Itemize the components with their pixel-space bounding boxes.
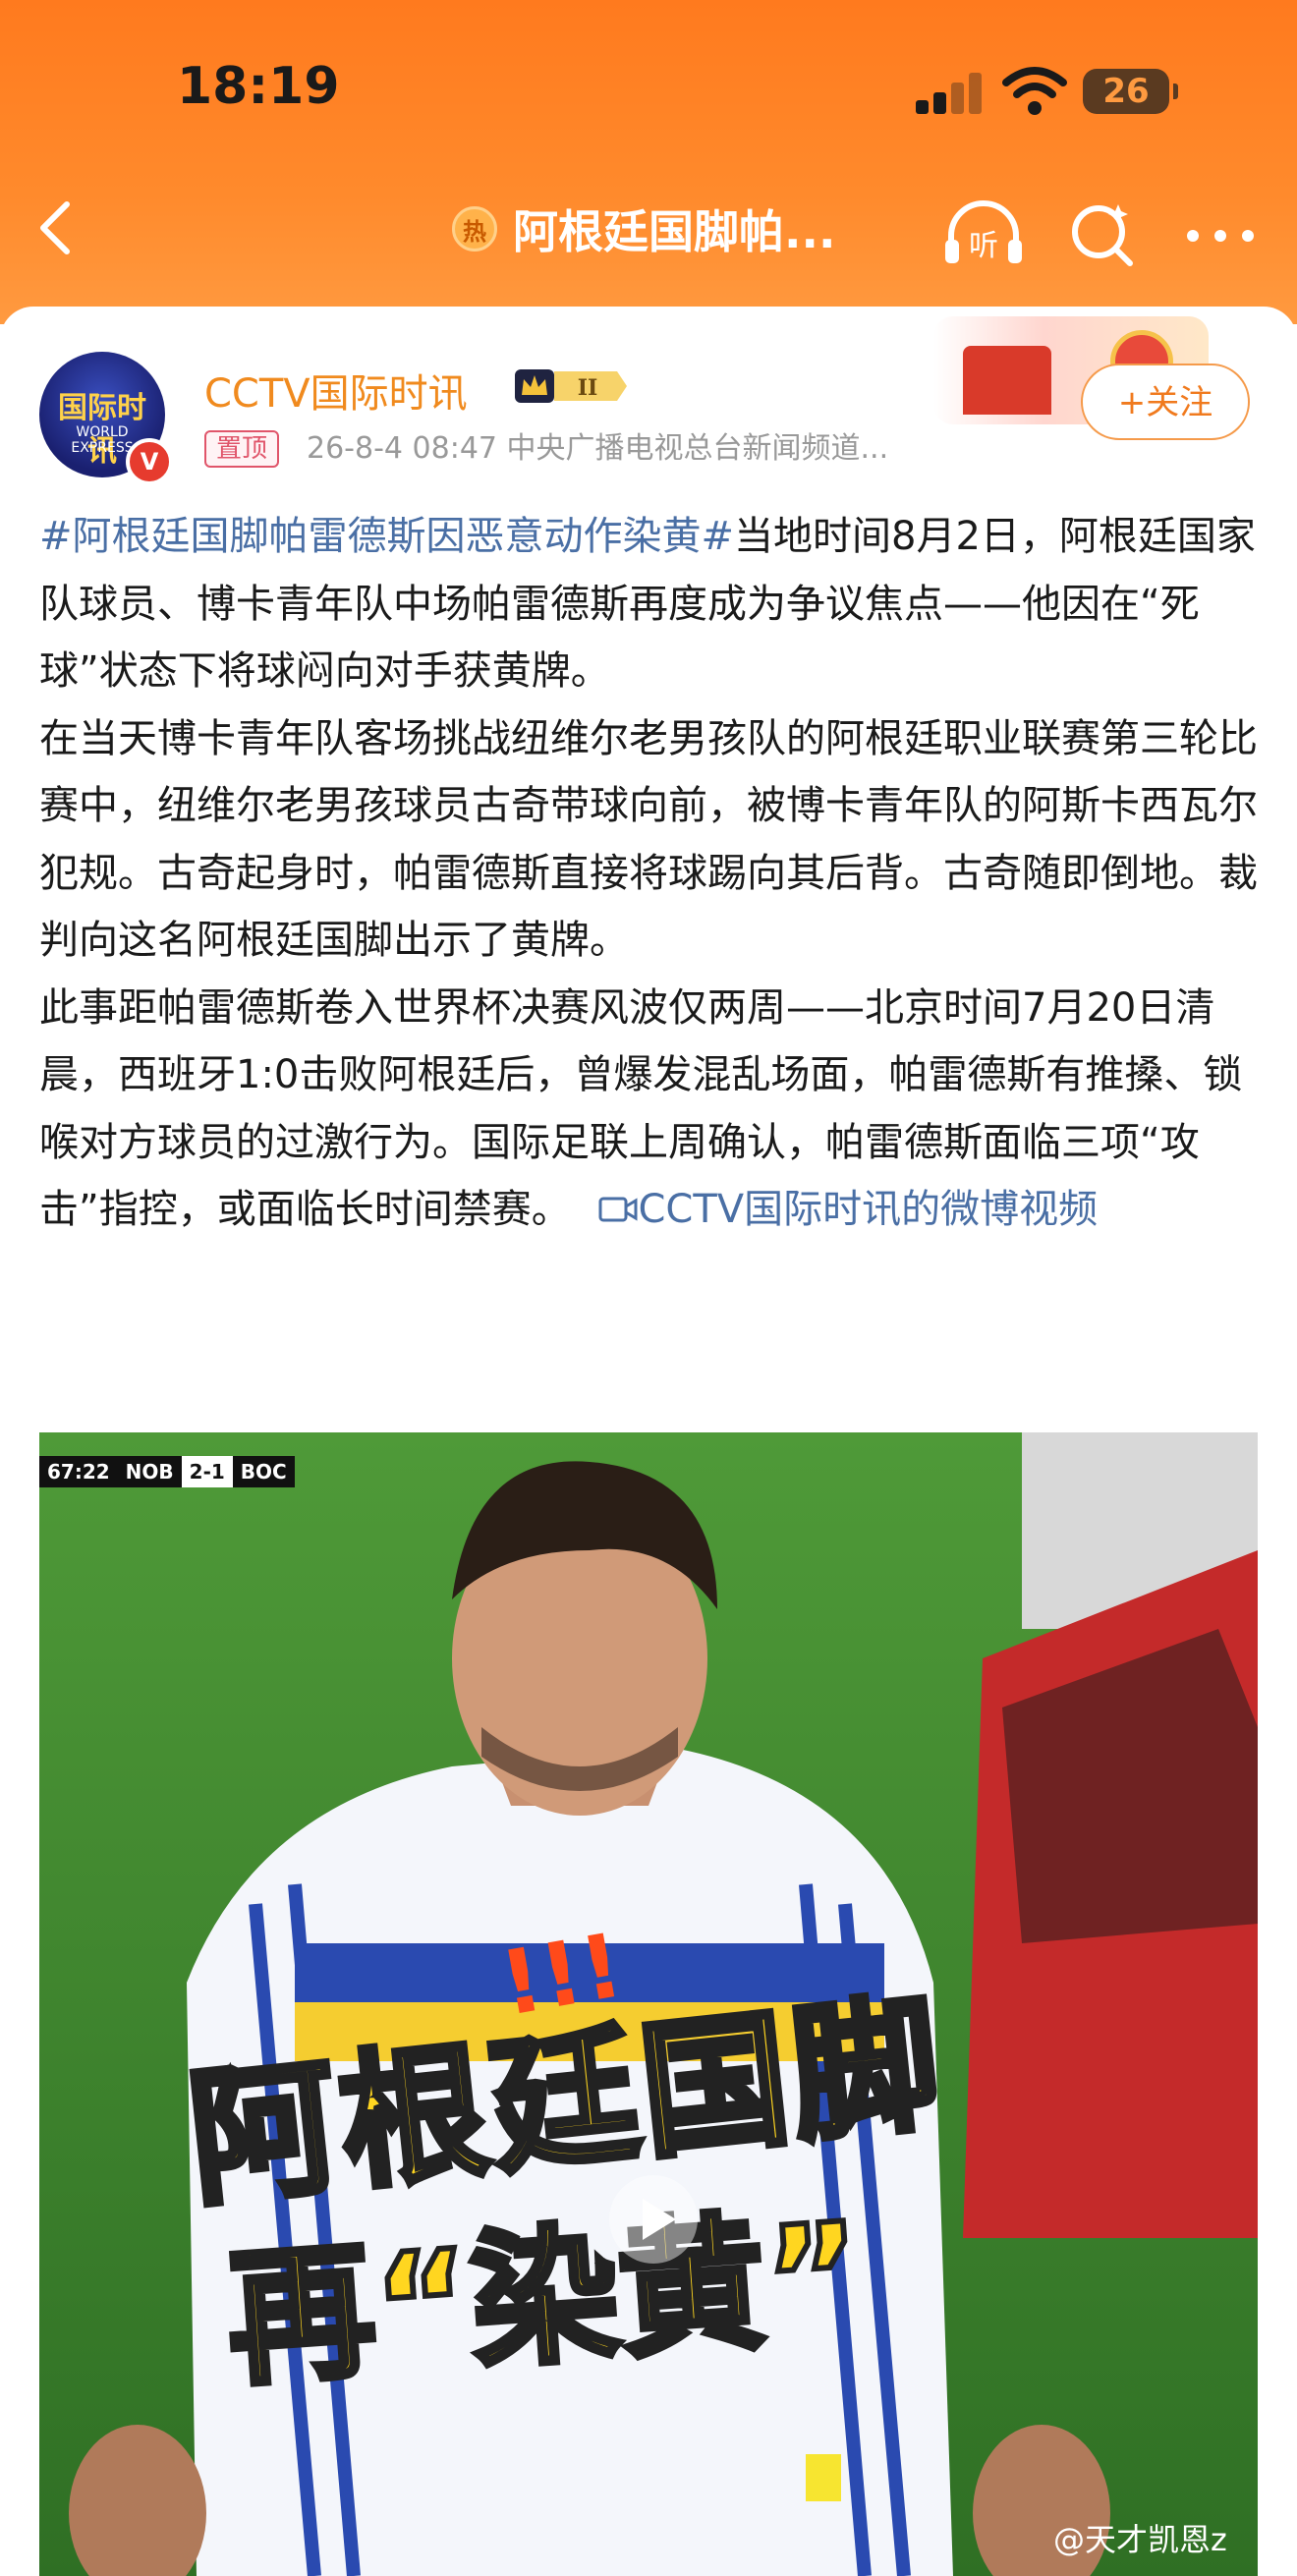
post-card: 国际时讯 WORLD EXPRESS V CCTV国际时讯 II 置顶 26-8… (0, 307, 1297, 2576)
wifi-icon (1002, 67, 1067, 115)
status-time: 18:19 (177, 57, 340, 116)
post-paragraph: 在当天博卡青年队客场挑战纽维尔老男孩队的阿根廷职业联赛第三轮比赛中，纽维尔老男孩… (39, 715, 1258, 964)
hashtag-link[interactable]: #阿根廷国脚帕雷德斯因恶意动作染黄# (39, 514, 734, 559)
pinned-badge: 置顶 (204, 430, 280, 468)
play-icon[interactable] (609, 2175, 698, 2264)
verified-badge: V (126, 438, 173, 485)
nav-bar: 热 阿根廷国脚帕... 听 (0, 177, 1297, 285)
more-icon[interactable] (1183, 198, 1258, 269)
search-icon[interactable] (1067, 198, 1138, 269)
match-score: 2-1 (181, 1456, 233, 1487)
match-time: 67:22 (47, 1460, 110, 1484)
listen-label: 听 (969, 229, 998, 263)
video-link[interactable]: CCTV国际时讯的微博视频 (583, 1187, 1098, 1232)
member-level: II (578, 375, 598, 401)
video-caption-line2: 再“染黄” (219, 2189, 872, 2410)
author-name[interactable]: CCTV国际时讯 (204, 362, 468, 419)
status-bar: 18:19 26 (0, 0, 1297, 177)
app-header: 18:19 26 热 阿根廷国脚帕... 听 (0, 0, 1297, 324)
video-link-label: CCTV国际时讯的微博视频 (638, 1187, 1099, 1232)
listen-icon[interactable]: 听 (941, 198, 1026, 269)
back-icon[interactable] (28, 198, 86, 257)
battery-icon: 26 (1083, 69, 1178, 114)
watermark: @天才凯恩z (1053, 2521, 1227, 2558)
video-thumbnail[interactable]: 67:22 NOB 2-1 BOC !!! 阿根廷国脚 再“染黄” (39, 1432, 1258, 2576)
signal-icon (916, 71, 985, 114)
post-body: #阿根廷国脚帕雷德斯因恶意动作染黄#当地时间8月2日，阿根廷国家队球员、博卡青年… (39, 503, 1258, 1244)
post-meta: 26-8-4 08:47 中央广播电视总台新闻频道... (307, 431, 889, 466)
video-icon (598, 1197, 638, 1222)
member-level-badge[interactable]: II (515, 365, 629, 407)
score-bug: 67:22 NOB 2-1 BOC (39, 1456, 295, 1487)
hot-icon: 热 (452, 206, 497, 252)
home-team: NOB (125, 1460, 174, 1484)
follow-button[interactable]: +关注 (1081, 364, 1250, 440)
away-team: BOC (240, 1460, 287, 1484)
nav-title-group: 热 阿根廷国脚帕... (452, 195, 835, 263)
page-title: 阿根廷国脚帕... (513, 205, 836, 258)
